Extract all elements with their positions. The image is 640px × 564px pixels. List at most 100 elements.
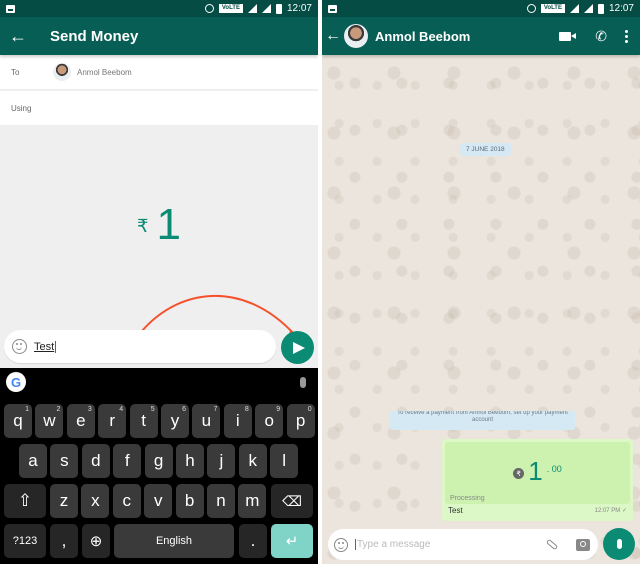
key-n[interactable]: n [207, 484, 235, 518]
phone-call-icon[interactable]: ✆ [595, 28, 607, 45]
battery-icon [597, 3, 604, 14]
key-u[interactable]: u7 [192, 404, 221, 438]
chat-input[interactable]: Type a message [328, 529, 598, 560]
amount-display[interactable]: ₹ 1 [0, 200, 318, 250]
key-d-label: d [91, 451, 101, 470]
symbols-key[interactable]: ?123 [4, 524, 46, 558]
language-key[interactable]: ⊕ [82, 524, 110, 558]
period-key[interactable]: . [239, 524, 267, 558]
payment-message-bubble[interactable]: ₹ 1 . 00 Processing Test 12:07 PM ✓ [442, 439, 633, 521]
key-r[interactable]: r4 [98, 404, 127, 438]
battery-icon [275, 3, 282, 14]
key-t[interactable]: t5 [129, 404, 158, 438]
voice-message-button[interactable] [603, 528, 635, 560]
key-k[interactable]: k [238, 444, 267, 478]
payment-card[interactable]: ₹ 1 . 00 Processing [445, 442, 630, 504]
status-bar: VoLTE 12:07 [0, 0, 318, 17]
recipient-row[interactable]: To Anmol Beebom [0, 55, 318, 90]
key-j[interactable]: j [207, 444, 236, 478]
key-q-label: q [13, 411, 23, 430]
key-i-label: i [235, 411, 240, 430]
space-key[interactable]: English [114, 524, 234, 558]
key-g-label: g [153, 451, 164, 470]
more-options-icon[interactable] [625, 34, 628, 38]
key-b[interactable]: b [175, 484, 204, 518]
key-f[interactable]: f [113, 444, 142, 478]
key-i[interactable]: i8 [223, 404, 252, 438]
key-c[interactable]: c [112, 484, 141, 518]
using-label: Using [11, 103, 32, 113]
payment-setup-notice[interactable]: To receive a payment from Anmol Beebom, … [390, 411, 575, 430]
attachment-icon[interactable] [545, 538, 559, 551]
key-x[interactable]: x [81, 484, 110, 518]
backspace-key[interactable]: ⌫ [271, 484, 313, 518]
key-f-label: f [124, 451, 130, 470]
contact-avatar[interactable] [344, 24, 368, 48]
image-notification-icon [328, 4, 337, 13]
keyboard: G q 1 w 2 e 3 r 4 t 5 y 6 u 7 i 8 o 9 p 0 a s d f g h j k l ⇧ z x c v b n m ⌫… [0, 368, 318, 564]
camera-icon[interactable] [576, 538, 590, 551]
chat-header: ← Anmol Beebom ✆ [322, 17, 640, 55]
status-time: 12:07 [286, 3, 312, 14]
key-s[interactable]: s [50, 444, 79, 478]
message-time: 12:07 PM [594, 508, 621, 514]
key-p[interactable]: p0 [286, 404, 315, 438]
payment-amount-whole: 1 [528, 456, 543, 486]
payment-method-row[interactable]: Using [0, 91, 318, 126]
emoji-icon[interactable] [334, 537, 348, 552]
key-v[interactable]: v [144, 484, 173, 518]
key-c-label: c [122, 491, 132, 510]
key-h[interactable]: h [176, 444, 204, 478]
comma-key[interactable]: , [50, 524, 78, 558]
key-o[interactable]: o9 [255, 404, 284, 438]
key-hint: 5 [150, 406, 155, 413]
key-o-label: o [264, 411, 274, 430]
key-h-label: h [185, 451, 195, 470]
send-button[interactable] [281, 331, 314, 364]
key-hint: 6 [182, 406, 186, 413]
key-e[interactable]: e3 [66, 404, 95, 438]
contact-name[interactable]: Anmol Beebom [375, 29, 559, 44]
shift-key[interactable]: ⇧ [4, 484, 46, 518]
key-g[interactable]: g [144, 444, 173, 478]
key-b-label: b [184, 491, 195, 510]
key-m-label: m [245, 491, 260, 510]
back-arrow-icon[interactable]: ← [0, 17, 36, 55]
image-notification-icon [6, 4, 15, 13]
key-z-label: z [59, 491, 69, 510]
enter-key[interactable]: ↵ [271, 524, 313, 558]
symbols-key-label: ?123 [12, 535, 38, 547]
key-a-label: a [28, 451, 38, 470]
key-hint: 9 [276, 406, 281, 413]
emoji-icon[interactable] [12, 339, 27, 354]
rupee-symbol: ₹ [137, 216, 149, 236]
back-arrow-icon[interactable]: ← [322, 17, 344, 55]
alarm-icon [526, 4, 536, 13]
key-n-label: n [216, 491, 226, 510]
key-d[interactable]: d [81, 444, 110, 478]
key-m[interactable]: m [238, 484, 267, 518]
enter-icon: ↵ [285, 533, 299, 550]
google-icon[interactable]: G [6, 372, 26, 392]
signal-4g-icon [569, 4, 579, 13]
key-hint: 8 [244, 406, 249, 413]
shift-icon: ⇧ [17, 491, 33, 510]
rupee-coin-icon: ₹ [513, 468, 525, 479]
key-l[interactable]: l [270, 444, 299, 478]
page-title: Send Money [50, 27, 139, 45]
comma-key-label: , [61, 531, 67, 550]
key-a[interactable]: a [19, 444, 47, 478]
key-q[interactable]: q1 [4, 404, 32, 438]
recipient-avatar [53, 63, 71, 81]
key-y[interactable]: y6 [161, 404, 189, 438]
chat-input-placeholder[interactable]: Type a message [355, 539, 546, 550]
key-z[interactable]: z [50, 484, 78, 518]
status-bar: VoLTE 12:07 [322, 0, 640, 17]
space-key-label: English [155, 535, 193, 547]
send-money-screen: VoLTE 12:07 ← Send Money To Anmol Beebom… [0, 0, 318, 564]
video-call-icon[interactable] [559, 31, 577, 41]
voice-input-icon[interactable] [300, 376, 306, 388]
key-w[interactable]: w2 [35, 404, 64, 438]
status-time: 12:07 [608, 3, 634, 14]
message-input[interactable]: Test [4, 330, 276, 363]
